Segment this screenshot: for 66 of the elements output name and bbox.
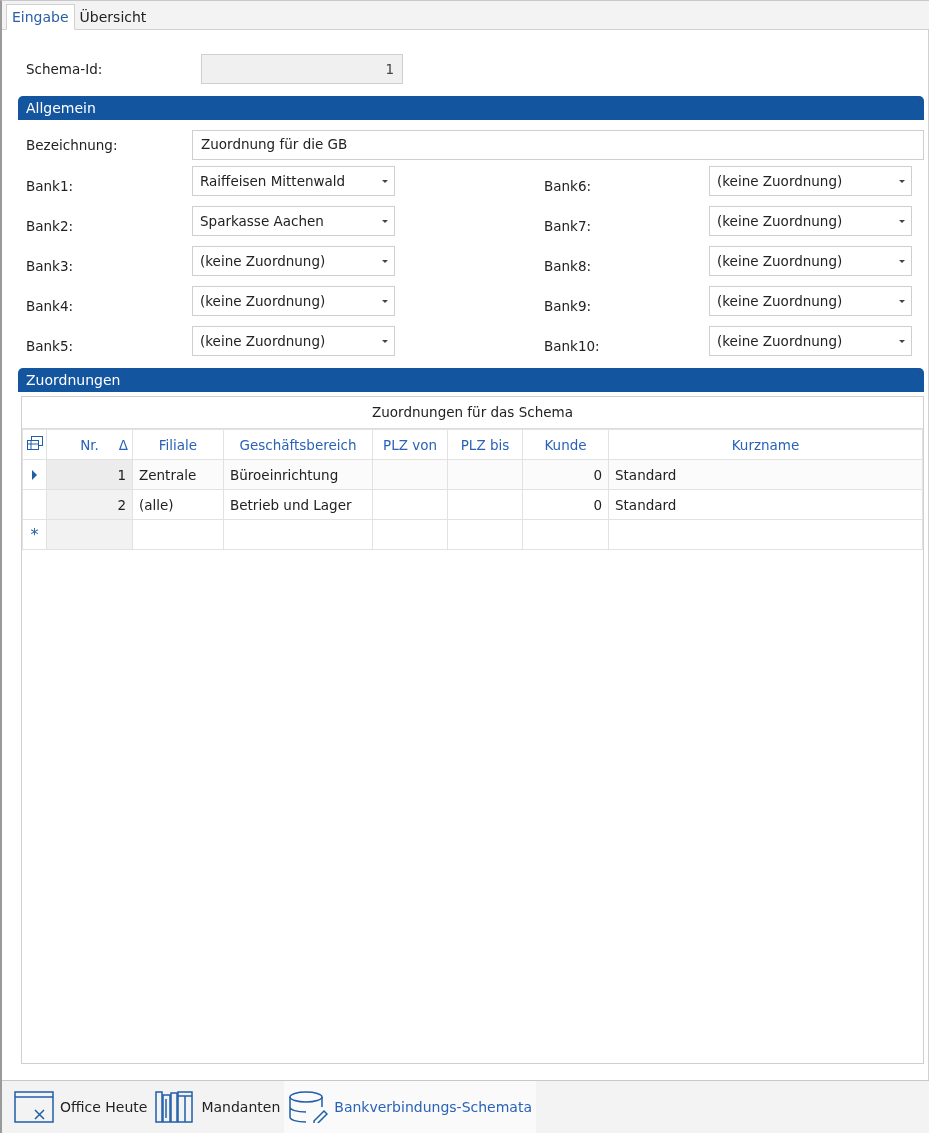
- tab[interactable]: Übersicht: [74, 5, 152, 29]
- row-indicator[interactable]: [22, 459, 47, 490]
- field-label: Bank6:: [544, 177, 593, 196]
- dropdown[interactable]: Raiffeisen Mittenwald: [192, 166, 395, 196]
- dropdown[interactable]: (keine Zuordnung): [709, 286, 912, 316]
- table-cell: Zentrale: [132, 459, 224, 490]
- nav-item[interactable]: Office Heute: [10, 1081, 152, 1133]
- table-cell: Standard: [608, 489, 923, 520]
- field-label: Bank7:: [544, 217, 593, 236]
- field-label: Bank1:: [26, 177, 75, 196]
- dropdown[interactable]: (keine Zuordnung): [709, 246, 912, 276]
- dropdown[interactable]: (keine Zuordnung): [709, 206, 912, 236]
- field-label: Schema-Id:: [26, 61, 104, 77]
- current-row-icon: [32, 469, 37, 480]
- caret-icon: [382, 299, 388, 303]
- column-header[interactable]: Kunde: [522, 429, 609, 460]
- text-field[interactable]: Zuordnung für die GB: [192, 130, 924, 160]
- field-label: Bank8:: [544, 257, 593, 276]
- tab[interactable]: Eingabe: [6, 4, 75, 30]
- field-label: Bank4:: [26, 297, 75, 316]
- column-header[interactable]: Filiale: [132, 429, 224, 460]
- caret-icon: [899, 219, 905, 223]
- caret-icon: [382, 339, 388, 343]
- window-icon: [14, 1091, 54, 1123]
- section-header: Zuordnungen: [18, 368, 924, 392]
- grid-caption: Zuordnungen für das Schema: [22, 397, 923, 429]
- section-header: Allgemein: [18, 96, 924, 120]
- column-header[interactable]: Nr. Δ: [46, 429, 133, 460]
- nav-item[interactable]: Mandanten: [151, 1081, 285, 1133]
- caret-icon: [382, 219, 388, 223]
- caret-icon: [899, 299, 905, 303]
- table-cell: Betrieb und Lager: [223, 489, 373, 520]
- new-row-marker: *: [30, 525, 39, 544]
- column-header[interactable]: PLZ bis: [447, 429, 523, 460]
- sort-indicator: Δ: [118, 436, 128, 453]
- caret-icon: [899, 339, 905, 343]
- table-cell: 0: [522, 459, 609, 490]
- field-label: Bezeichnung:: [26, 137, 119, 153]
- database-edit-icon: [288, 1091, 329, 1123]
- column-header[interactable]: Kurzname: [608, 429, 923, 460]
- table-cell: Standard: [608, 459, 923, 490]
- field-label: Bank3:: [26, 257, 75, 276]
- dropdown[interactable]: Sparkasse Aachen: [192, 206, 395, 236]
- caret-icon: [382, 259, 388, 263]
- books-icon: [155, 1091, 196, 1123]
- field-label: Bank5:: [26, 337, 75, 356]
- caret-icon: [382, 179, 388, 183]
- dropdown[interactable]: (keine Zuordnung): [709, 326, 912, 356]
- caret-icon: [899, 259, 905, 263]
- table-cell: 2: [46, 489, 133, 520]
- nav-item[interactable]: Bankverbindungs-Schemata: [284, 1081, 536, 1133]
- dropdown[interactable]: (keine Zuordnung): [192, 286, 395, 316]
- dropdown[interactable]: (keine Zuordnung): [192, 246, 395, 276]
- table-cell: 0: [522, 489, 609, 520]
- column-chooser-icon[interactable]: [26, 436, 43, 450]
- dropdown[interactable]: (keine Zuordnung): [709, 166, 912, 196]
- table-cell: 1: [46, 459, 133, 490]
- table-cell: Büroeinrichtung: [223, 459, 373, 490]
- caret-icon: [899, 179, 905, 183]
- field-label: Bank2:: [26, 217, 75, 236]
- field-label: Bank9:: [544, 297, 593, 316]
- table-cell: (alle): [132, 489, 224, 520]
- dropdown[interactable]: (keine Zuordnung): [192, 326, 395, 356]
- field-label: Bank10:: [544, 337, 601, 356]
- column-header[interactable]: PLZ von: [372, 429, 448, 460]
- column-header[interactable]: Geschäftsbereich: [223, 429, 373, 460]
